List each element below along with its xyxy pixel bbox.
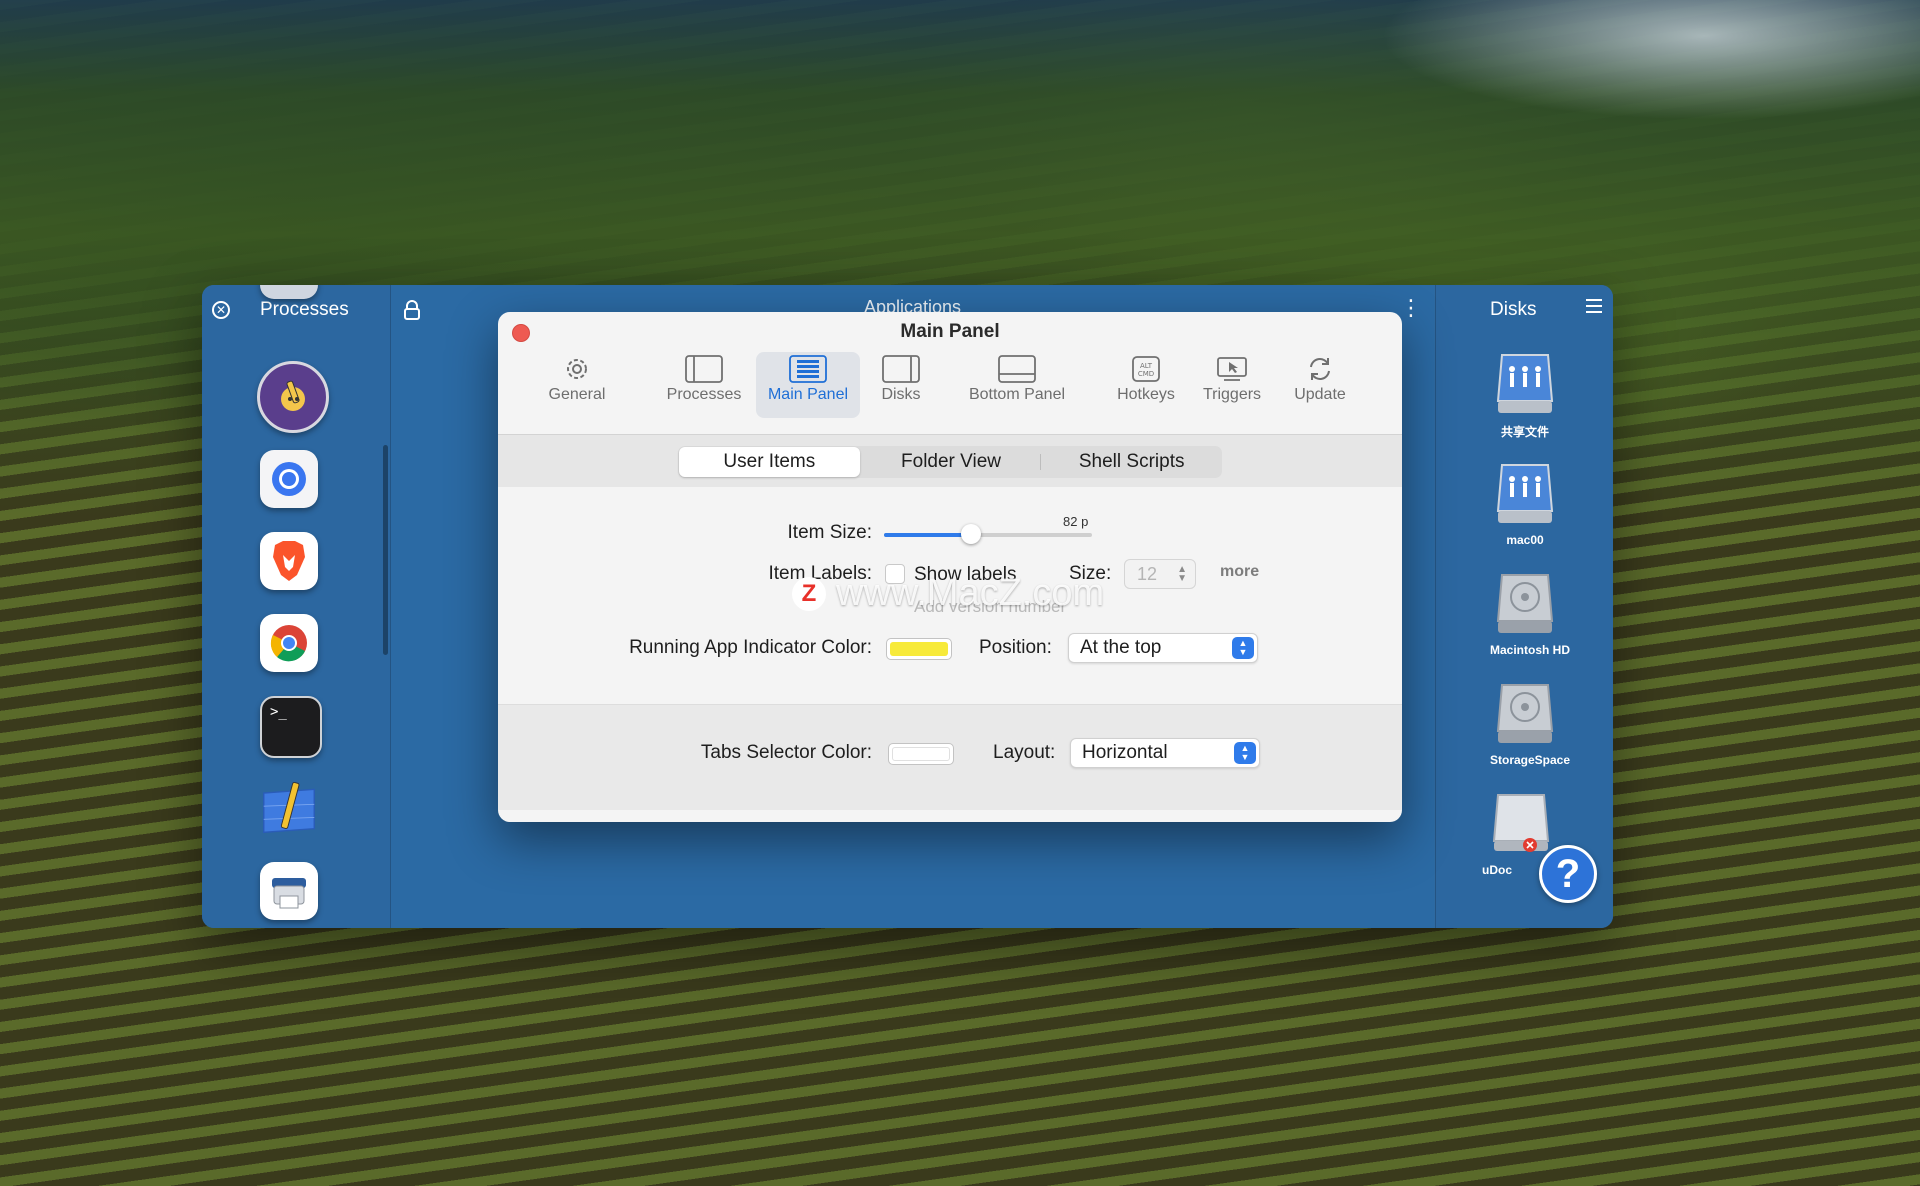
item-size-slider-knob[interactable]: [961, 524, 982, 544]
chevron-up-down-icon: ▲ ▼: [1234, 742, 1256, 764]
folder-partial-icon[interactable]: [260, 285, 318, 299]
sidebar-left-icon: [658, 352, 750, 386]
chevron-up-down-icon: ▲ ▼: [1232, 637, 1254, 659]
tab-user-items[interactable]: User Items: [679, 447, 860, 477]
disk-item[interactable]: mac00: [1490, 461, 1560, 547]
close-icon[interactable]: ✕: [212, 301, 230, 319]
disks-panel: Disks 共享文件 mac00 Macintosh HD StorageSpa…: [1435, 285, 1613, 928]
tab-folder-view[interactable]: Folder View: [861, 446, 1042, 478]
disk-item[interactable]: StorageSpace: [1490, 681, 1571, 767]
pencil-app-icon[interactable]: [257, 361, 329, 433]
processes-scrollbar[interactable]: [383, 445, 388, 655]
toolbar-triggers-label: Triggers: [1202, 386, 1262, 403]
item-size-value: 82 p: [1063, 514, 1089, 529]
toolbar-main-panel[interactable]: Main Panel: [756, 352, 860, 418]
indicator-color-swatch: [890, 642, 948, 656]
toolbar-bottom-panel-label: Bottom Panel: [968, 386, 1066, 403]
processes-title: Processes: [260, 299, 349, 320]
disk-label: mac00: [1506, 533, 1544, 547]
toolbar-disks-label: Disks: [881, 386, 921, 403]
svg-text:ALT: ALT: [1140, 362, 1153, 370]
position-label: Position:: [979, 637, 1052, 658]
network-share-icon: [1494, 351, 1556, 417]
tab-folder-view-label: Folder View: [901, 451, 1001, 472]
disks-title: Disks: [1490, 299, 1537, 320]
toolbar-update[interactable]: Update: [1280, 352, 1360, 418]
disk-label: Macintosh HD: [1490, 643, 1571, 657]
sidebar-right-icon: [860, 352, 942, 386]
disk-label: 共享文件: [1500, 425, 1549, 439]
refresh-icon: [1280, 352, 1360, 386]
chrome-browser-icon[interactable]: [260, 614, 318, 672]
toolbar-bottom-panel[interactable]: Bottom Panel: [956, 352, 1078, 418]
toolbar-hotkeys-label: Hotkeys: [1117, 386, 1175, 403]
dialog-title: Main Panel: [900, 321, 1000, 342]
item-size-label: Item Size:: [787, 522, 872, 543]
wallpaper-fog: [1380, 0, 1920, 120]
gear-icon: [536, 352, 618, 386]
disk-item[interactable]: Macintosh HD: [1490, 571, 1571, 657]
toolbar-general-label: General: [548, 386, 606, 403]
signal-app-icon[interactable]: [260, 450, 318, 508]
watermark-badge: Z: [792, 576, 826, 611]
brave-browser-icon[interactable]: [260, 532, 318, 590]
preferences-dialog: Main Panel General Processes Main Panel …: [498, 312, 1402, 822]
indicator-color-label: Running App Indicator Color:: [629, 637, 872, 658]
layout-popup[interactable]: Horizontal ▲ ▼: [1070, 738, 1260, 768]
item-size-slider[interactable]: [884, 524, 1092, 544]
layout-label: Layout:: [993, 742, 1056, 763]
tabs-selector-color-well[interactable]: [888, 743, 954, 765]
blueprint-app-icon[interactable]: [260, 780, 318, 838]
network-share-icon: [1494, 461, 1556, 527]
watermark-text: www.MacZ.com: [836, 572, 1105, 614]
tabs-selector-color-swatch: [892, 747, 950, 761]
tab-segmented-control: User Items Folder View Shell Scripts: [678, 446, 1222, 478]
toolbar-general[interactable]: General: [536, 352, 618, 418]
disk-label: StorageSpace: [1490, 753, 1571, 767]
stepper-arrows-icon[interactable]: ▲ ▼: [1177, 565, 1187, 584]
tab-shell-scripts[interactable]: Shell Scripts: [1041, 446, 1222, 478]
terminal-app-icon[interactable]: >_: [260, 696, 322, 758]
cursor-screen-icon: [1192, 352, 1272, 386]
label-size-value: 12: [1137, 564, 1158, 584]
preferences-toolbar: General Processes Main Panel Disks Botto…: [498, 352, 1402, 418]
label-size-stepper[interactable]: 12 ▲ ▼: [1124, 559, 1196, 589]
toolbar-update-label: Update: [1294, 386, 1346, 403]
indicator-color-well[interactable]: [886, 638, 952, 660]
external-drive-icon: [1490, 791, 1552, 857]
disk-item[interactable]: 共享文件: [1490, 351, 1560, 440]
item-size-slider-fill: [884, 533, 972, 537]
svg-text:CMD: CMD: [1138, 370, 1154, 378]
grid-panel-icon: [756, 352, 860, 386]
more-options-icon[interactable]: ⋮: [1400, 297, 1422, 319]
toolbar-triggers[interactable]: Triggers: [1192, 352, 1272, 418]
tabs-selector-color-label: Tabs Selector Color:: [700, 742, 872, 763]
toolbar-processes-label: Processes: [666, 386, 742, 403]
menu-icon[interactable]: [1586, 299, 1602, 313]
toolbar-main-panel-label: Main Panel: [767, 386, 849, 403]
layout-value: Horizontal: [1082, 742, 1168, 763]
position-value: At the top: [1080, 637, 1162, 658]
toolbar-hotkeys[interactable]: ALT CMD Hotkeys: [1106, 352, 1186, 418]
more-button[interactable]: more: [1220, 563, 1259, 581]
printer-app-icon[interactable]: [260, 862, 318, 920]
processes-panel: ✕ Processes >_: [202, 285, 391, 928]
position-popup[interactable]: At the top ▲ ▼: [1068, 633, 1258, 663]
bottom-panel-icon: [956, 352, 1078, 386]
toolbar-disks[interactable]: Disks: [860, 352, 942, 418]
hard-drive-icon: [1494, 681, 1556, 747]
toolbar-processes[interactable]: Processes: [658, 352, 750, 418]
hard-drive-icon: [1494, 571, 1556, 637]
watermark: Z www.MacZ.com: [792, 572, 1104, 615]
help-button[interactable]: ?: [1539, 845, 1597, 903]
alt-cmd-key-icon: ALT CMD: [1106, 352, 1186, 386]
